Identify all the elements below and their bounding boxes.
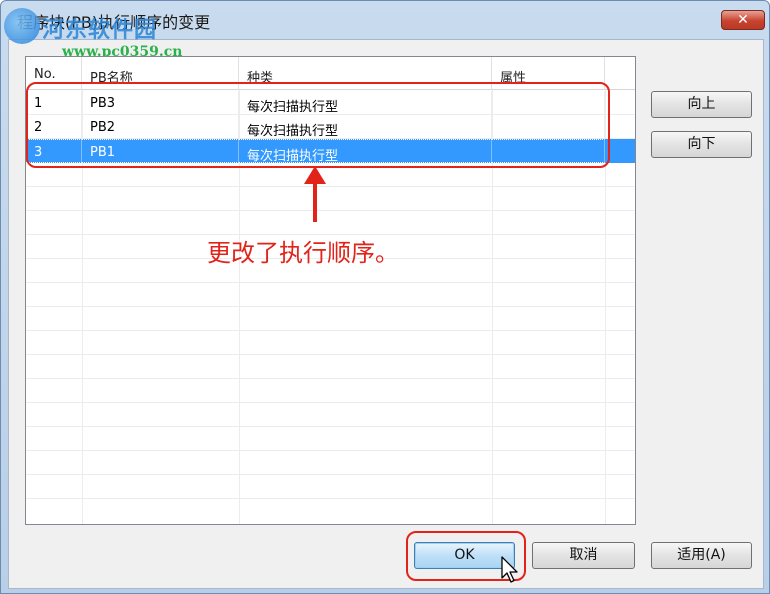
grid-line <box>26 210 635 211</box>
mouse-cursor-icon <box>501 556 518 583</box>
move-down-button[interactable]: 向下 <box>651 131 752 158</box>
grid-line <box>26 306 635 307</box>
annotation-arrow-shaft <box>313 182 317 222</box>
grid-line <box>26 498 635 499</box>
watermark-logo-icon <box>4 8 40 44</box>
annotation-highlight-rows <box>26 82 610 168</box>
watermark-name: 河东软件园 <box>42 18 158 43</box>
close-button[interactable]: ✕ <box>721 10 765 30</box>
grid-line <box>26 330 635 331</box>
grid-line <box>26 426 635 427</box>
grid-line <box>26 474 635 475</box>
grid-line <box>26 282 635 283</box>
grid-line <box>26 354 635 355</box>
close-icon: ✕ <box>737 12 749 28</box>
apply-button[interactable]: 适用(A) <box>651 542 752 569</box>
grid-line <box>26 186 635 187</box>
annotation-text: 更改了执行顺序。 <box>207 239 399 267</box>
grid-line <box>26 378 635 379</box>
grid-line <box>26 402 635 403</box>
cancel-button[interactable]: 取消 <box>532 542 635 569</box>
watermark: 河东软件园 www.pc0359.cn <box>0 0 220 62</box>
grid-line <box>26 450 635 451</box>
move-up-button[interactable]: 向上 <box>651 91 752 118</box>
